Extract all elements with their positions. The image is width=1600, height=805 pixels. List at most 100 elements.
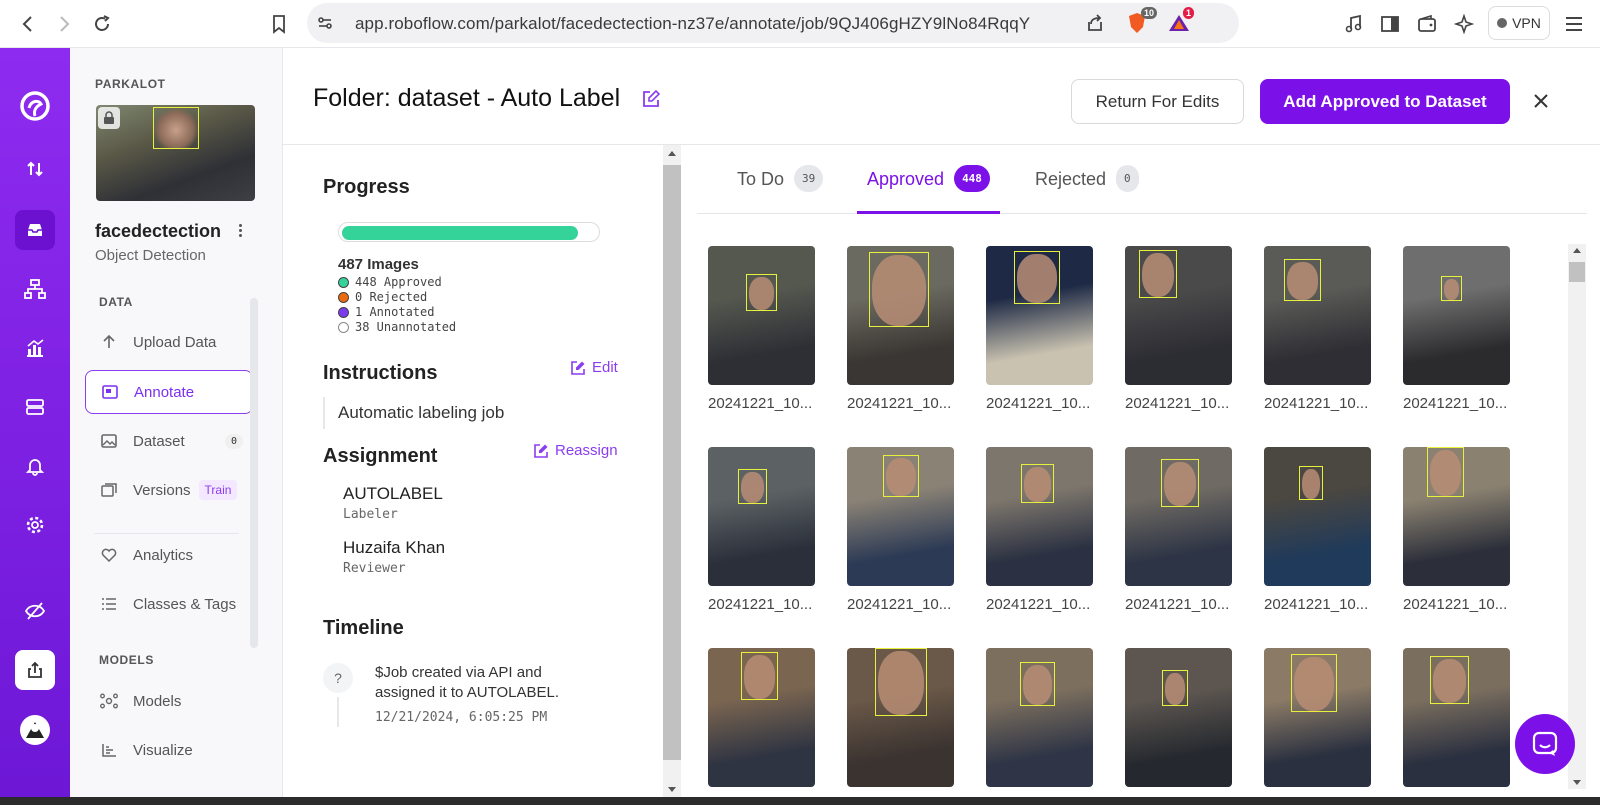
leo-ai-icon[interactable] [1450, 10, 1478, 38]
tab-to-do[interactable]: To Do 39 [737, 165, 824, 214]
sidebar-scrollbar[interactable] [250, 298, 258, 648]
image-card[interactable]: 20241221_10... [1125, 447, 1232, 617]
image-filename: 20241221_10... [1264, 395, 1369, 412]
eye-slash-icon[interactable] [15, 591, 55, 631]
image-thumbnail[interactable] [1125, 246, 1232, 385]
image-card[interactable] [1264, 648, 1371, 798]
page-header: Folder: dataset - Auto Label Return For … [283, 48, 1600, 145]
roboflow-logo-icon[interactable] [15, 86, 55, 126]
address-bar[interactable]: app.roboflow.com/parkalot/facedectection… [307, 3, 1239, 43]
vpn-button[interactable]: VPN [1488, 6, 1550, 40]
image-card[interactable] [1125, 648, 1232, 798]
vpn-label: VPN [1512, 15, 1541, 31]
details-scrollbar-thumb[interactable] [663, 165, 681, 760]
image-thumbnail[interactable] [1264, 246, 1371, 385]
site-settings-icon[interactable] [311, 9, 339, 37]
image-card[interactable] [1403, 648, 1510, 798]
image-card[interactable] [708, 648, 815, 798]
close-icon[interactable] [1526, 86, 1556, 116]
sidebar-item-models[interactable]: Models [85, 679, 253, 723]
grid-scrollbar-thumb[interactable] [1569, 262, 1585, 282]
image-thumbnail[interactable] [847, 246, 954, 385]
sidebar-item-upload-data[interactable]: Upload Data [85, 320, 253, 364]
workflow-icon[interactable] [15, 269, 55, 309]
image-card[interactable]: 20241221_10... [1264, 447, 1371, 617]
sidebar-item-label: Classes & Tags [133, 595, 237, 613]
image-thumbnail[interactable] [986, 447, 1093, 586]
image-card[interactable]: 20241221_10... [1264, 246, 1371, 416]
image-thumbnail[interactable] [1403, 648, 1510, 787]
tab-approved[interactable]: Approved 448 [857, 165, 1000, 214]
sidebar-item-label: Upload Data [133, 333, 217, 351]
edit-instructions-button[interactable]: Edit [570, 359, 618, 376]
edit-title-icon[interactable] [641, 89, 663, 111]
image-thumbnail[interactable] [1264, 447, 1371, 586]
heart-pulse-icon [99, 547, 119, 563]
sidebar-item-visualize[interactable]: Visualize [85, 728, 253, 772]
media-icon[interactable] [1340, 10, 1368, 38]
bounding-box [1441, 276, 1462, 301]
image-card[interactable]: 20241221_10... [847, 447, 954, 617]
avatar[interactable] [15, 710, 55, 750]
bell-icon[interactable] [15, 446, 55, 486]
forward-icon[interactable] [50, 10, 78, 38]
image-thumbnail[interactable] [708, 447, 815, 586]
image-card[interactable]: 20241221_10... [1403, 447, 1510, 617]
inbox-icon[interactable] [15, 210, 55, 250]
brave-shield-icon[interactable]: 10 [1123, 7, 1158, 37]
project-thumbnail[interactable] [96, 105, 255, 201]
share-icon[interactable] [1081, 9, 1109, 37]
shield-count-badge: 10 [1141, 7, 1158, 19]
image-card[interactable]: 20241221_10... [708, 447, 815, 617]
sidebar-item-dataset[interactable]: Dataset 0 [85, 419, 253, 463]
rewards-badge: 1 [1183, 7, 1195, 19]
sidebar-item-annotate[interactable]: Annotate [85, 370, 253, 414]
image-card[interactable]: 20241221_10... [986, 246, 1093, 416]
image-thumbnail[interactable] [708, 648, 815, 787]
wallet-icon[interactable] [1413, 10, 1441, 38]
image-card[interactable]: 20241221_10... [847, 246, 954, 416]
image-thumbnail[interactable] [847, 648, 954, 787]
instructions-heading: Instructions [323, 362, 438, 384]
image-thumbnail[interactable] [847, 447, 954, 586]
tab-count: 0 [1116, 165, 1139, 192]
image-thumbnail[interactable] [986, 246, 1093, 385]
image-card[interactable]: 20241221_10... [708, 246, 815, 416]
reassign-button[interactable]: Reassign [533, 442, 618, 459]
page-title: Folder: dataset - Auto Label [313, 84, 621, 112]
brave-rewards-icon[interactable]: 1 [1165, 7, 1195, 37]
sidebar-toggle-icon[interactable] [1376, 10, 1404, 38]
sidebar-item-versions[interactable]: Versions Train [85, 468, 253, 512]
grid-scrollbar-track[interactable] [1568, 244, 1586, 789]
bookmark-icon[interactable] [265, 10, 293, 38]
menu-icon[interactable] [1560, 10, 1588, 38]
upload-icon[interactable] [15, 650, 55, 690]
sidebar-item-analytics[interactable]: Analytics [85, 533, 253, 577]
add-approved-to-dataset-button[interactable]: Add Approved to Dataset [1260, 79, 1510, 124]
server-icon[interactable] [15, 387, 55, 427]
image-thumbnail[interactable] [708, 246, 815, 385]
image-card[interactable]: 20241221_10... [1125, 246, 1232, 416]
image-thumbnail[interactable] [1264, 648, 1371, 787]
image-thumbnail[interactable] [1125, 648, 1232, 787]
image-thumbnail[interactable] [1403, 447, 1510, 586]
sidebar-item-classes-tags[interactable]: Classes & Tags [85, 582, 253, 626]
image-card[interactable]: 20241221_10... [1403, 246, 1510, 416]
train-tag[interactable]: Train [198, 480, 238, 500]
tab-rejected[interactable]: Rejected 0 [1035, 165, 1139, 214]
image-thumbnail[interactable] [1125, 447, 1232, 586]
image-thumbnail[interactable] [986, 648, 1093, 787]
gear-icon[interactable] [15, 505, 55, 545]
image-card[interactable] [986, 648, 1093, 798]
image-card[interactable]: 20241221_10... [986, 447, 1093, 617]
return-for-edits-button[interactable]: Return For Edits [1071, 79, 1244, 124]
bounding-box [1139, 250, 1177, 298]
chat-launcher-button[interactable] [1515, 714, 1575, 774]
reload-icon[interactable] [88, 10, 116, 38]
image-thumbnail[interactable] [1403, 246, 1510, 385]
more-options-icon[interactable] [234, 220, 246, 240]
back-icon[interactable] [14, 10, 42, 38]
image-card[interactable] [847, 648, 954, 798]
swap-arrows-icon[interactable] [15, 149, 55, 189]
chart-icon[interactable] [15, 328, 55, 368]
